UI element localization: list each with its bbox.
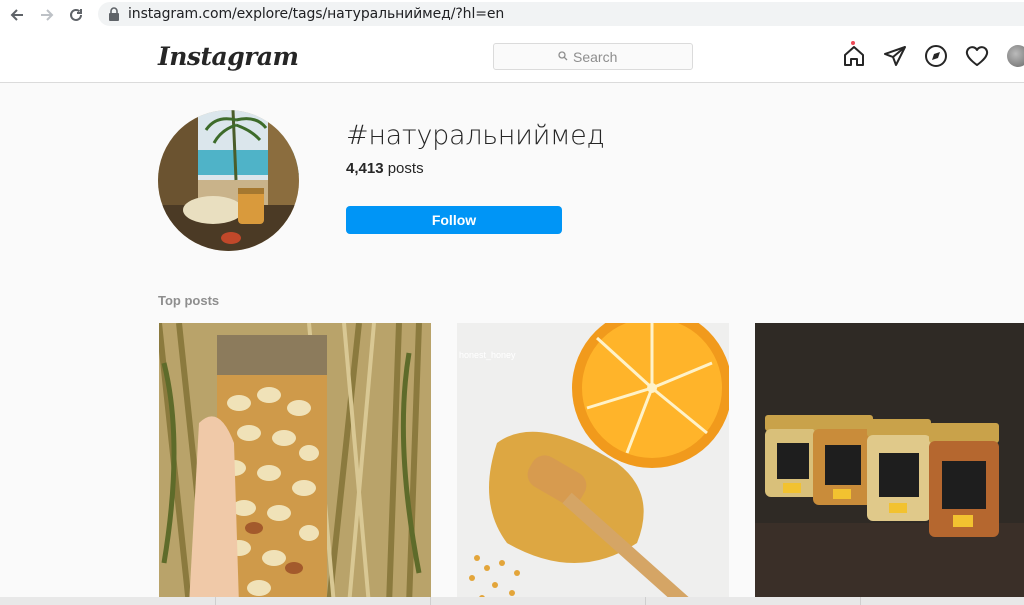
avatar[interactable] [1007, 45, 1024, 67]
back-arrow-icon[interactable] [6, 4, 28, 26]
heart-icon[interactable] [965, 44, 989, 68]
posts-count-label: posts [387, 160, 424, 177]
instagram-header: Instagram Search [0, 30, 1024, 83]
tag-title: #натуральниймед [346, 120, 605, 151]
horizontal-scrollbar[interactable] [0, 597, 1024, 605]
address-bar[interactable]: instagram.com/explore/tags/натуральнийме… [98, 2, 1024, 26]
reload-icon[interactable] [65, 4, 87, 26]
posts-count: 4,413 posts [346, 160, 424, 177]
search-icon [558, 48, 568, 66]
top-posts-title: Top posts [158, 293, 220, 308]
search-input[interactable]: Search [493, 43, 693, 70]
post-tile[interactable]: honest_honey [457, 323, 729, 605]
home-icon[interactable] [842, 44, 866, 68]
post-tile[interactable] [159, 323, 431, 605]
post-tile[interactable] [755, 323, 1024, 605]
explore-icon[interactable] [924, 44, 948, 68]
direct-icon[interactable] [883, 44, 907, 68]
forward-arrow-icon[interactable] [36, 4, 58, 26]
lock-icon[interactable] [108, 7, 120, 26]
instagram-logo[interactable]: Instagram [158, 42, 299, 71]
home-notification-dot [851, 41, 855, 45]
post-watermark: honest_honey [459, 350, 516, 360]
search-placeholder: Search [573, 49, 618, 65]
tag-profile-picture [158, 110, 299, 251]
url-text: instagram.com/explore/tags/натуральнийме… [128, 6, 505, 22]
posts-count-number: 4,413 [346, 160, 384, 177]
follow-button[interactable]: Follow [346, 206, 562, 234]
browser-toolbar: instagram.com/explore/tags/натуральнийме… [0, 0, 1024, 30]
